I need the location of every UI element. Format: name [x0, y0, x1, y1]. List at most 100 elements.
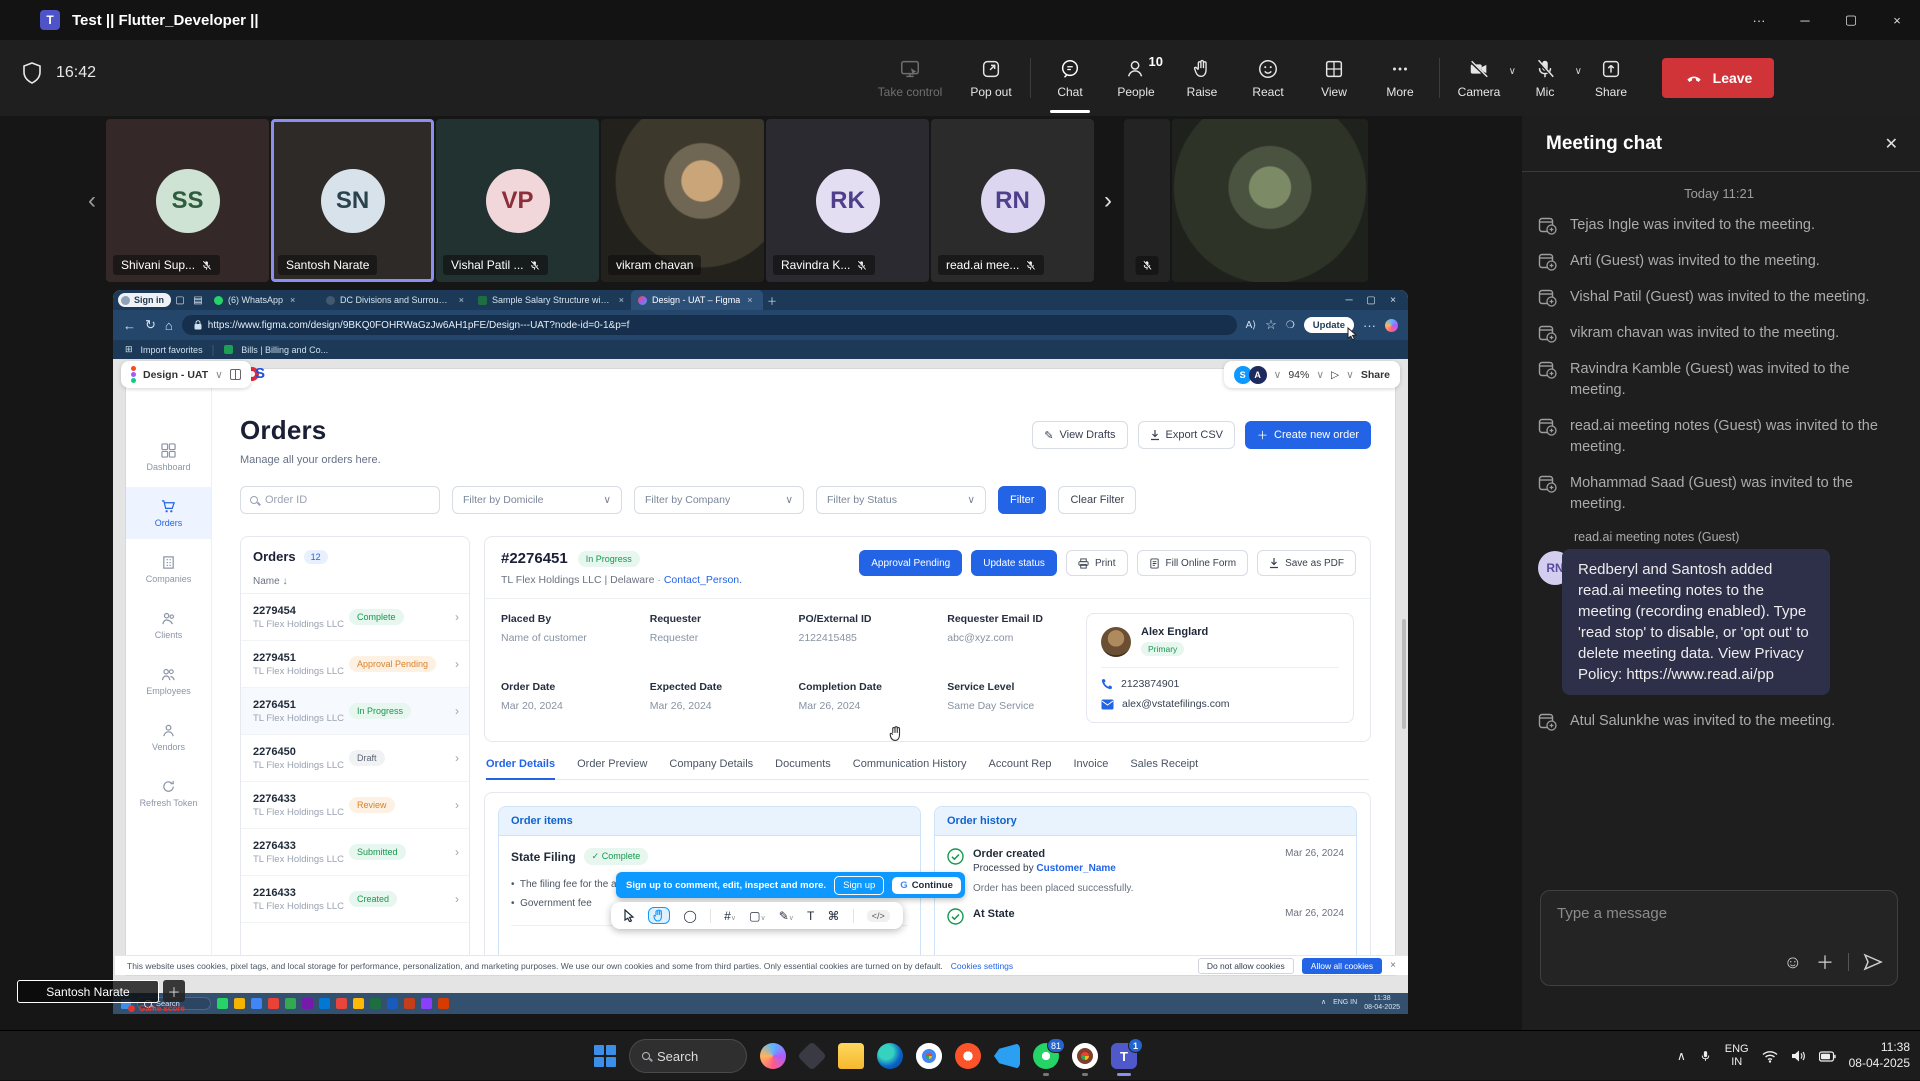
comment-tool-icon[interactable]: ◯ [683, 909, 696, 923]
taskbar-search[interactable]: Search [629, 1039, 747, 1073]
pen-tool-icon[interactable]: ✎∨ [779, 909, 794, 923]
edge-icon[interactable] [877, 1043, 903, 1069]
filmstrip-right-chevron-icon[interactable]: › [1094, 187, 1122, 215]
cookie-settings-link[interactable]: Cookies settings [951, 961, 1013, 971]
clear-filter-button[interactable]: Clear Filter [1058, 486, 1136, 514]
filter-button[interactable]: Filter [998, 486, 1046, 514]
google-continue-button[interactable]: G Continue [892, 877, 961, 894]
customer-name-link[interactable]: Customer_Name [1036, 863, 1115, 874]
update-status-button[interactable]: Update status [971, 550, 1057, 576]
participant-tile-overflow[interactable] [1124, 119, 1170, 282]
filter-company-select[interactable]: Filter by Company∨ [634, 486, 804, 514]
doc-menu-chevron-icon[interactable]: ∨ [215, 369, 223, 381]
browser-tab[interactable]: (6) WhatsApp× [207, 290, 319, 310]
contact-phone[interactable]: 2123874901 [1121, 678, 1179, 690]
teams-taskbar-icon[interactable]: T 1 [1111, 1043, 1137, 1069]
order-row[interactable]: 2276433TL Flex Holdings LLC Submitted › [241, 829, 469, 876]
sidebar-item-employees[interactable]: Employees [126, 655, 211, 707]
figma-share-button[interactable]: Share [1361, 369, 1390, 381]
minimize-icon[interactable]: ─ [1782, 0, 1828, 40]
battery-icon[interactable] [1819, 1051, 1836, 1062]
tab-invoice[interactable]: Invoice [1073, 758, 1108, 770]
order-id-search-input[interactable]: Order ID [240, 486, 440, 514]
speaker-icon[interactable] [1791, 1049, 1806, 1063]
bookmark-bills[interactable]: Bills | Billing and Co... [241, 345, 328, 355]
contact-email[interactable]: alex@vstatefilings.com [1122, 698, 1230, 710]
hand-tool-icon[interactable] [648, 907, 670, 924]
zoom-level[interactable]: 94% [1288, 369, 1309, 381]
create-new-order-button[interactable]: ＋ Create new order [1245, 421, 1371, 449]
chat-button[interactable]: Chat [1037, 40, 1103, 116]
deny-cookies-button[interactable]: Do not allow cookies [1198, 958, 1294, 974]
cookie-close-icon[interactable]: × [1390, 960, 1396, 971]
browser-tab[interactable]: Sample Salary Structure with calc× [471, 290, 631, 310]
browser-tab[interactable]: DC Divisions and Surroundings× [319, 290, 471, 310]
close-icon[interactable]: × [1874, 0, 1920, 40]
sidebar-item-vendors[interactable]: Vendors [126, 711, 211, 763]
pop-out-button[interactable]: Pop out [958, 40, 1024, 116]
order-row[interactable]: 2276433TL Flex Holdings LLC Review › [241, 782, 469, 829]
people-button[interactable]: 10 People [1103, 40, 1169, 116]
start-button-icon[interactable] [594, 1045, 616, 1067]
language-indicator[interactable]: ENGIN [1725, 1043, 1749, 1068]
order-row[interactable]: 2276450TL Flex Holdings LLC Draft › [241, 735, 469, 782]
sidebar-item-refresh-token[interactable]: Refresh Token [126, 767, 211, 819]
tab-documents[interactable]: Documents [775, 758, 831, 770]
camera-button[interactable]: ∨ Camera [1446, 40, 1512, 116]
participant-tile-video[interactable]: vikram chavan [601, 119, 764, 282]
filter-status-select[interactable]: Filter by Status∨ [816, 486, 986, 514]
favorite-star-icon[interactable]: ☆ [1265, 317, 1277, 333]
present-icon[interactable]: ▷ [1331, 369, 1339, 381]
workspaces-icon[interactable]: ▤ [189, 295, 207, 306]
pages-panel-icon[interactable] [230, 369, 241, 380]
tray-chevron-icon[interactable]: ∧ [1677, 1049, 1686, 1063]
dev-mode-toggle-icon[interactable]: </> [867, 910, 890, 922]
react-button[interactable]: React [1235, 40, 1301, 116]
whatsapp-icon[interactable]: 81 [1033, 1043, 1059, 1069]
more-button[interactable]: More [1367, 40, 1433, 116]
browser-tab-active[interactable]: Design - UAT – Figma× [631, 290, 763, 310]
update-browser-button[interactable]: Update [1304, 317, 1354, 333]
sidebar-item-orders[interactable]: Orders [126, 487, 211, 539]
mic-button[interactable]: ∨ Mic [1512, 40, 1578, 116]
text-tool-icon[interactable]: T [807, 909, 814, 923]
collaborator-avatar[interactable]: A [1249, 366, 1267, 384]
copilot-taskbar-icon[interactable] [760, 1043, 786, 1069]
copilot-icon[interactable] [1385, 319, 1398, 332]
participant-tile[interactable]: VP Vishal Patil ... [436, 119, 599, 282]
order-row[interactable]: 2279451TL Flex Holdings LLC Approval Pen… [241, 641, 469, 688]
figma-file-menu[interactable]: Design - UAT ∨ [121, 361, 251, 388]
browser-close-icon[interactable]: × [1384, 295, 1402, 306]
leave-button[interactable]: Leave [1662, 58, 1774, 98]
order-row[interactable]: 2279454TL Flex Holdings LLC Complete › [241, 594, 469, 641]
chrome-profile-icon[interactable] [1072, 1043, 1098, 1069]
tab-order-preview[interactable]: Order Preview [577, 758, 647, 770]
move-tool-icon[interactable] [624, 909, 635, 922]
collaborators-chevron-icon[interactable]: ∨ [1274, 369, 1282, 381]
order-row[interactable]: 2216433TL Flex Holdings LLC Created › [241, 876, 469, 923]
back-icon[interactable]: ← [123, 318, 136, 333]
share-screen-button[interactable]: Share [1578, 40, 1644, 116]
chat-close-icon[interactable]: ✕ [1885, 134, 1898, 154]
maximize-icon[interactable]: ▢ [1828, 0, 1874, 40]
tab-close-icon[interactable]: × [619, 295, 624, 305]
contact-person-link[interactable]: Contact_Person. [664, 574, 742, 586]
browser-minimize-icon[interactable]: ─ [1340, 295, 1358, 306]
tab-sales-receipt[interactable]: Sales Receipt [1130, 758, 1198, 770]
participant-tile-video[interactable] [1172, 119, 1368, 282]
taskbar-clock[interactable]: 11:3808-04-2025 [1849, 1040, 1910, 1071]
attach-plus-icon[interactable]: ＋ [1816, 949, 1834, 975]
browser-essentials-icon[interactable]: ❍ [1286, 320, 1295, 331]
tab-close-icon[interactable]: × [747, 295, 752, 305]
sidebar-item-dashboard[interactable]: Dashboard [126, 431, 211, 483]
participant-tile[interactable]: RK Ravindra K... [766, 119, 929, 282]
tab-communication-history[interactable]: Communication History [853, 758, 967, 770]
order-row-selected[interactable]: 2276451TL Flex Holdings LLC In Progress … [241, 688, 469, 735]
zoom-chevron-icon[interactable]: ∨ [1316, 369, 1324, 381]
shape-tool-icon[interactable]: ▢∨ [749, 909, 765, 923]
export-csv-button[interactable]: Export CSV [1138, 421, 1235, 449]
chrome-icon[interactable] [916, 1043, 942, 1069]
presenter-add-icon[interactable]: ＋ [163, 980, 185, 1002]
tab-actions-icon[interactable]: ▢ [171, 295, 189, 306]
view-button[interactable]: View [1301, 40, 1367, 116]
